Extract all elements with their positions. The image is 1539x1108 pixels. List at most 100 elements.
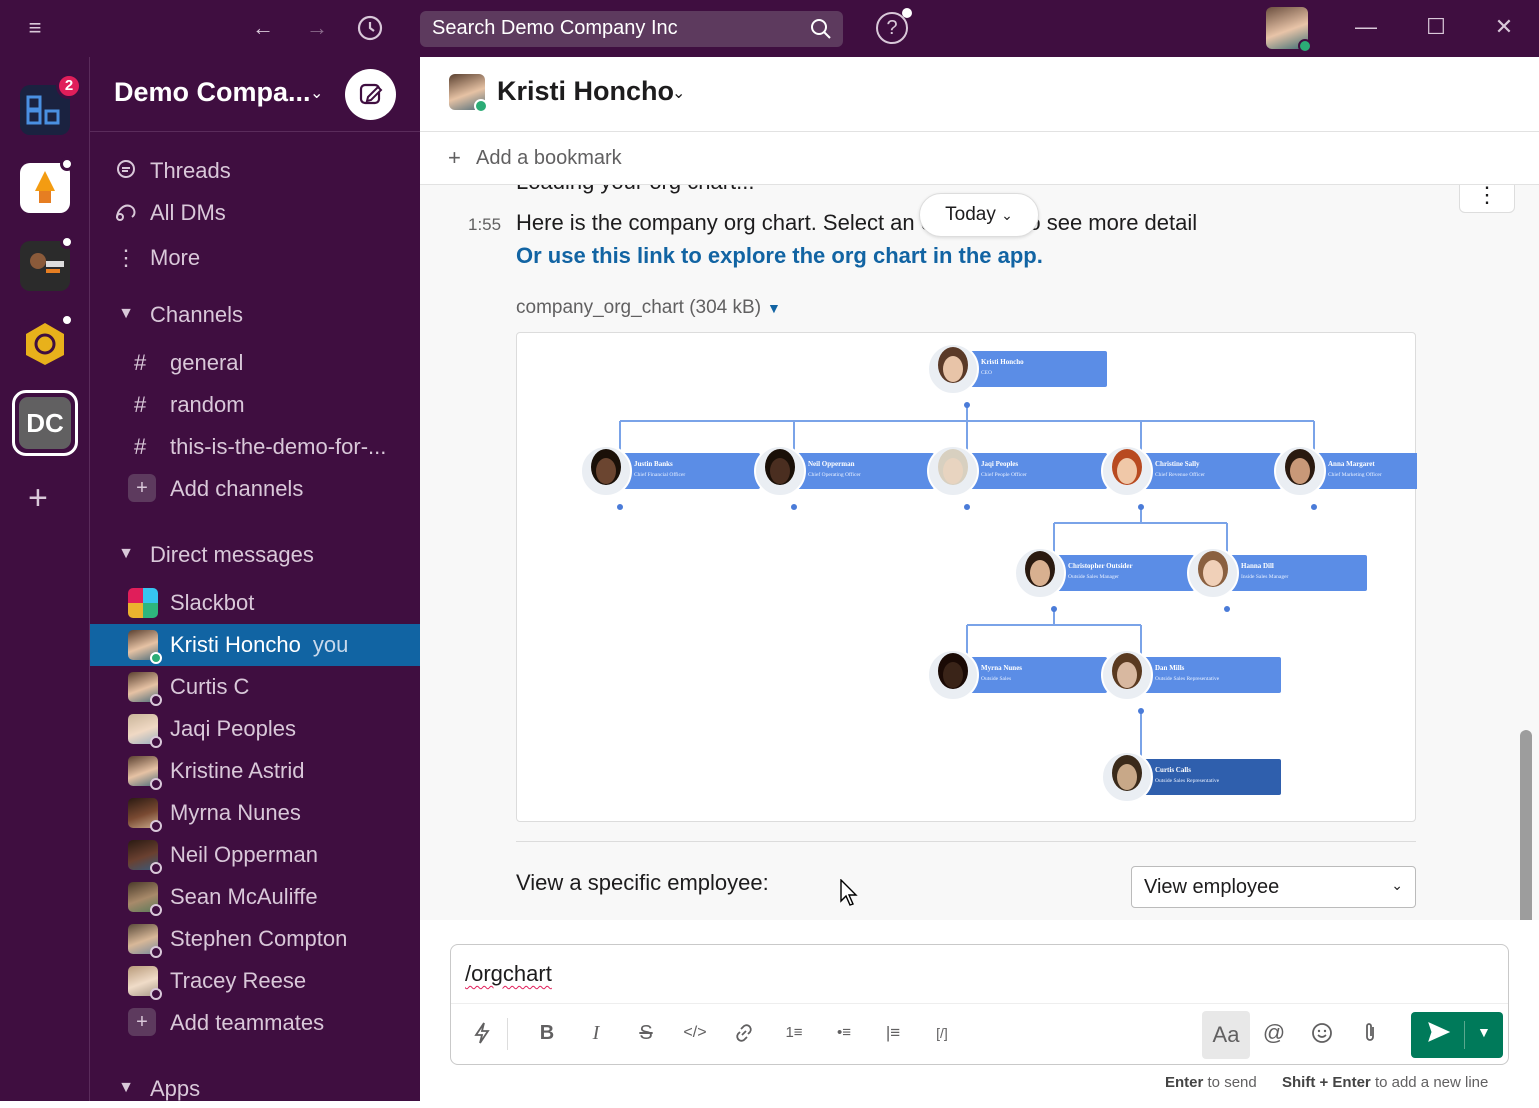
workspace-icon-1[interactable]: 2 [20,73,82,135]
close-icon[interactable]: ✕ [1488,14,1520,42]
today-date-pill[interactable]: Today ⌄ [919,193,1039,237]
workspace-icon-3[interactable] [20,235,74,291]
code-icon[interactable]: </> [680,1018,710,1048]
sidebar-dm-stephen-compton[interactable]: Stephen Compton [90,920,420,958]
newline-hint: Shift + Enter to add a new line [1282,1074,1488,1091]
hamburger-menu-icon[interactable]: ≡ [19,12,51,44]
sidebar-dm-curtis-c[interactable]: Curtis C [90,668,420,706]
bold-icon[interactable]: B [532,1018,562,1048]
sidebar-dm-neil-opperman[interactable]: Neil Opperman [90,836,420,874]
history-clock-icon[interactable] [354,12,386,44]
plus-icon[interactable]: + [448,145,461,171]
strikethrough-icon[interactable]: S [631,1018,661,1048]
caret-down-icon: ▼ [118,305,134,322]
forward-arrow-icon[interactable]: → [301,12,333,44]
schedule-send-chevron-icon[interactable]: ▼ [1477,1024,1491,1040]
file-name-row[interactable]: company_org_chart (304 kB) ▼ [516,297,781,319]
sidebar-dm-jaqi-peoples[interactable]: Jaqi Peoples [90,710,420,748]
sidebar-channel-demo[interactable]: # this-is-the-demo-for-... [90,428,420,466]
bookmark-bar: + Add a bookmark [420,132,1539,185]
org-chart-svg: Kristi Honcho CEO Justin Banks Chief Financ… [580,343,1417,803]
hash-icon: # [134,434,147,459]
workspace-header[interactable]: Demo Compa... ⌄ [90,57,420,132]
org-node-christine-sally[interactable]: Christine Sally Chief Revenue Officer [1101,445,1281,497]
chevron-down-icon[interactable]: ⌄ [672,83,685,103]
bulleted-list-icon[interactable]: •≡ [829,1018,859,1048]
channels-section-header[interactable]: ▼ Channels [90,296,420,334]
add-channels-button[interactable]: + Add channels [90,470,420,508]
link-icon[interactable] [729,1018,759,1048]
org-chart-image[interactable]: Kristi Honcho CEO Justin Banks Chief Financ… [516,332,1417,822]
apps-section-header[interactable]: ▼ Apps [90,1070,420,1108]
sidebar-dm-kristine-astrid[interactable]: Kristine Astrid [90,752,420,790]
add-teammates-button[interactable]: + Add teammates [90,1004,420,1042]
message-input[interactable]: /orgchart [465,961,552,987]
formatting-toggle-button[interactable]: Aa [1202,1011,1250,1059]
emoji-icon[interactable] [1307,1018,1337,1048]
org-node-myrna-nunes[interactable]: Myrna Nunes Outside Sales [927,649,1107,701]
org-node-jaqi-peoples[interactable]: Jaqi Peoples Chief People Officer [927,445,1107,497]
org-node-hanna-dill[interactable]: Hanna Dill Inside Sales Manager [1187,547,1367,599]
channel-header: Kristi Honcho ⌄ [420,57,1539,132]
compose-button[interactable] [345,69,396,120]
sidebar-dm-sean-mcauliffe[interactable]: Sean McAuliffe [90,878,420,916]
minimize-icon[interactable]: — [1350,14,1382,42]
org-node-box [967,351,1107,387]
add-workspace-icon[interactable]: + [28,479,48,518]
channel-avatar [449,74,488,113]
channel-title[interactable]: Kristi Honcho [497,76,674,107]
org-node-kristi-honcho[interactable]: Kristi Honcho CEO [927,343,1107,395]
workspace-icon-4[interactable] [20,313,74,369]
shortcuts-lightning-icon[interactable] [467,1018,497,1048]
view-employee-select[interactable]: View employee ⌄ [1131,866,1416,908]
away-status-icon [150,778,162,790]
org-node-name: Myrna Nunes [981,664,1022,672]
sidebar-item-more[interactable]: ⋮ More [90,239,420,277]
sidebar-channel-general[interactable]: # general [90,344,420,382]
sidebar-dm-tracey-reese[interactable]: Tracey Reese [90,962,420,1000]
view-employee-value: View employee [1144,876,1280,898]
italic-icon[interactable]: I [581,1018,611,1048]
send-arrow-icon [1427,1020,1451,1050]
org-node-title: Chief Revenue Officer [1155,471,1205,478]
workspace-dc[interactable]: DC [12,390,78,456]
org-node-name: Jaqi Peoples [981,460,1018,468]
message-timestamp[interactable]: 1:55 [468,215,501,235]
attachment-paperclip-icon[interactable] [1355,1018,1385,1048]
send-button[interactable]: ▼ [1411,1012,1503,1058]
sidebar-dm-myrna-nunes[interactable]: Myrna Nunes [90,794,420,832]
ordered-list-icon[interactable]: 1≡ [779,1018,809,1048]
org-node-christopher-outsider[interactable]: Christopher Outsider Outside Sales Manage… [1014,547,1194,599]
user-avatar[interactable] [1266,7,1312,53]
online-status-icon [150,652,162,664]
mention-icon[interactable]: @ [1259,1018,1289,1048]
workspace-icon-2[interactable] [20,157,74,213]
sidebar-item-all-dms[interactable]: All DMs [90,194,420,232]
divider [516,841,1416,842]
formatting-toolbar: B I S </> 1≡ •≡ |≡ [/] Aa @ ▼ [451,1003,1508,1064]
org-node-neil-opperman[interactable]: Neil Opperman Chief Operating Officer [754,445,934,497]
add-bookmark-button[interactable]: Add a bookmark [476,147,622,170]
org-node-dan-mills[interactable]: Dan Mills Outside Sales Representative [1101,649,1281,701]
blockquote-icon[interactable]: |≡ [878,1018,908,1048]
org-chart-app-link[interactable]: Or use this link to explore the org char… [516,243,1043,269]
message-more-actions-icon[interactable]: ⋮ [1459,185,1515,213]
help-icon[interactable]: ? [876,8,912,44]
org-node-box [794,453,934,489]
search-bar[interactable]: Search Demo Company Inc [420,11,843,47]
code-block-icon[interactable]: [/] [927,1018,957,1048]
scrollbar[interactable] [1520,730,1532,920]
message-composer[interactable]: /orgchart B I S </> 1≡ •≡ |≡ [/] Aa @ ▼ [450,944,1509,1065]
org-node-curtis-calls[interactable]: Curtis Calls Outside Sales Representative [1101,751,1281,803]
org-node-box [1141,657,1281,693]
org-node-photo-face [1290,458,1310,484]
sidebar-dm-slackbot[interactable]: Slackbot [90,584,420,622]
org-node-justin-banks[interactable]: Justin Banks Chief Financial Officer [580,445,760,497]
sidebar-item-threads[interactable]: Threads [90,152,420,190]
dm-section-header[interactable]: ▼ Direct messages [90,536,420,574]
org-node-anna-margaret[interactable]: Anna Margaret Chief Marketing Officer [1274,445,1417,497]
sidebar-channel-random[interactable]: # random [90,386,420,424]
sidebar-dm-kristi-honcho[interactable]: Kristi Honcho you [90,624,420,666]
back-arrow-icon[interactable]: ← [247,12,279,44]
maximize-icon[interactable]: ☐ [1420,14,1452,42]
